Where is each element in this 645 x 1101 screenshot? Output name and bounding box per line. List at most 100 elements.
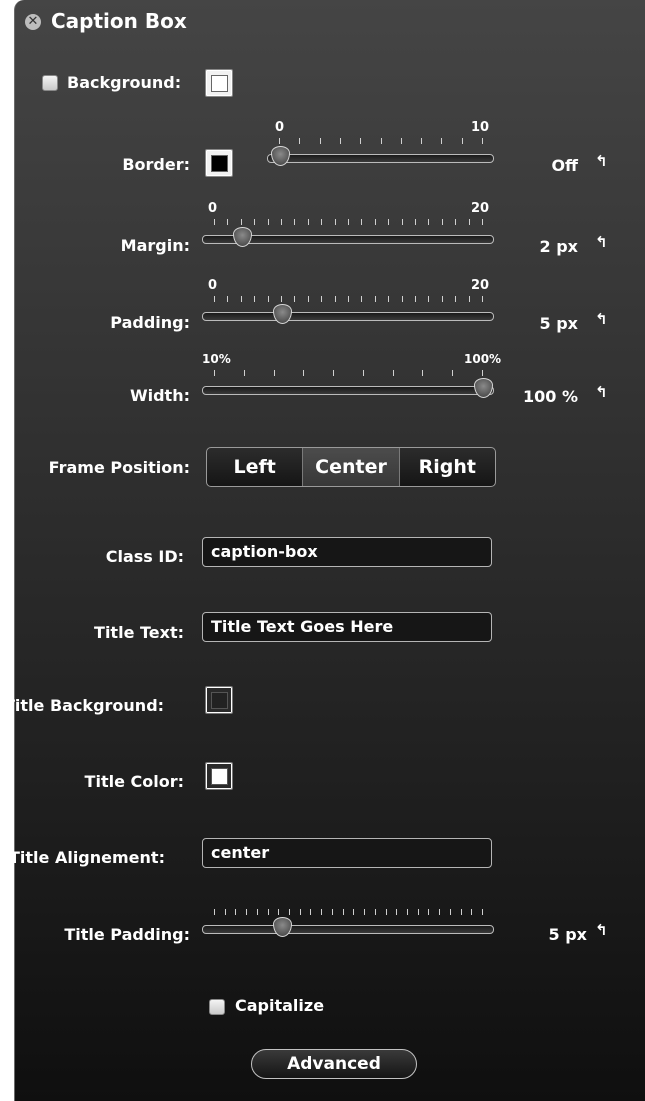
margin-label: Margin: [120,236,190,255]
slider-tick [401,296,403,302]
slider-tick [339,138,341,144]
slider-tick [267,296,269,302]
slider-tick [471,909,473,915]
slider-tick [360,138,362,144]
slider-tick [482,909,483,915]
slider-tick [361,296,363,302]
slider-tick [334,296,336,302]
frame-position-right[interactable]: Right [400,448,495,486]
background-color-swatch [211,75,228,92]
background-color-well[interactable] [205,69,233,97]
slider-tick [334,219,336,225]
slider-tick [374,909,376,915]
class-id-field[interactable]: caption-box [202,537,492,567]
slider-tick [303,370,305,376]
slider-knob[interactable] [474,378,493,398]
background-checkbox[interactable] [42,75,58,91]
title-color-well[interactable] [205,762,233,790]
slider-tick [482,138,483,144]
slider-tick [468,296,470,302]
slider-track[interactable] [202,386,494,395]
slider-tick [331,909,333,915]
slider-tick [240,296,242,302]
reset-arrow-icon[interactable]: ↰ [595,383,608,401]
border-color-swatch [211,155,228,172]
slider-tick [392,370,394,376]
padding-value: 5 px [539,314,578,333]
title-background-color-well[interactable] [205,686,233,714]
frame-position-label: Frame Position: [48,458,190,477]
close-icon[interactable]: ✕ [25,14,41,30]
slider-knob[interactable] [232,227,252,247]
slider-track[interactable] [202,312,494,321]
title-alignment-field[interactable]: center [202,838,492,868]
background-label: Background: [67,73,182,92]
slider-tick [319,138,321,144]
class-id-label: Class ID: [105,547,184,566]
margin-value: 2 px [539,237,578,256]
border-label: Border: [122,155,190,174]
padding-slider[interactable] [202,290,494,330]
slider-tick [455,296,457,302]
slider-tick [374,219,376,225]
slider-tick [406,909,408,915]
slider-tick [299,138,301,144]
slider-tick [243,370,245,376]
slider-tick [415,219,416,225]
slider-tick [417,909,419,915]
slider-tick [401,219,403,225]
slider-tick [468,219,470,225]
reset-arrow-icon[interactable]: ↰ [595,152,608,170]
slider-tick [460,909,462,915]
slider-tick [267,909,269,915]
slider-tick [294,219,296,225]
slider-tick [256,909,258,915]
title-padding-slider[interactable] [202,903,494,943]
width-value: 100 % [523,387,578,406]
slider-tick [348,219,349,225]
title-color-swatch [211,768,228,785]
slider-tick [441,138,443,144]
slider-tick [310,909,312,915]
slider-tick [396,909,398,915]
slider-tick [281,296,282,302]
frame-position-left[interactable]: Left [207,448,304,486]
reset-arrow-icon[interactable]: ↰ [595,921,608,939]
slider-tick [333,370,335,376]
slider-tick [321,296,323,302]
slider-knob[interactable] [273,917,292,937]
title-padding-label: Title Padding: [64,925,190,944]
slider-tick [214,219,215,225]
frame-position-center[interactable]: Center [303,448,400,486]
slider-knob[interactable] [273,304,292,324]
reset-arrow-icon[interactable]: ↰ [595,233,608,251]
slider-tick [281,219,282,225]
advanced-button[interactable]: Advanced [251,1049,417,1079]
slider-tick [415,296,416,302]
title-color-label: Title Color: [84,772,184,791]
slider-knob[interactable] [271,146,290,166]
margin-slider[interactable] [202,213,494,253]
border-value: Off [551,156,578,175]
slider-tick [342,909,344,915]
slider-tick [400,138,402,144]
slider-tick [294,296,296,302]
slider-tick [482,296,483,302]
slider-tick [227,296,229,302]
slider-tick [362,370,364,376]
slider-tick [254,219,256,225]
slider-tick [321,219,323,225]
width-slider[interactable] [202,364,494,404]
slider-tick [214,296,215,302]
slider-track[interactable] [202,925,494,934]
slider-track[interactable] [267,154,494,163]
slider-tick [364,909,366,915]
caption-box-panel: ✕ Caption Box Background: 0 10 Border: O… [4,0,645,1101]
capitalize-checkbox[interactable] [209,999,225,1015]
title-background-color-swatch [211,692,228,709]
reset-arrow-icon[interactable]: ↰ [595,310,608,328]
title-text-field[interactable]: Title Text Goes Here [202,612,492,642]
slider-tick [361,219,363,225]
border-color-well[interactable] [205,149,233,177]
border-slider[interactable] [267,132,494,172]
